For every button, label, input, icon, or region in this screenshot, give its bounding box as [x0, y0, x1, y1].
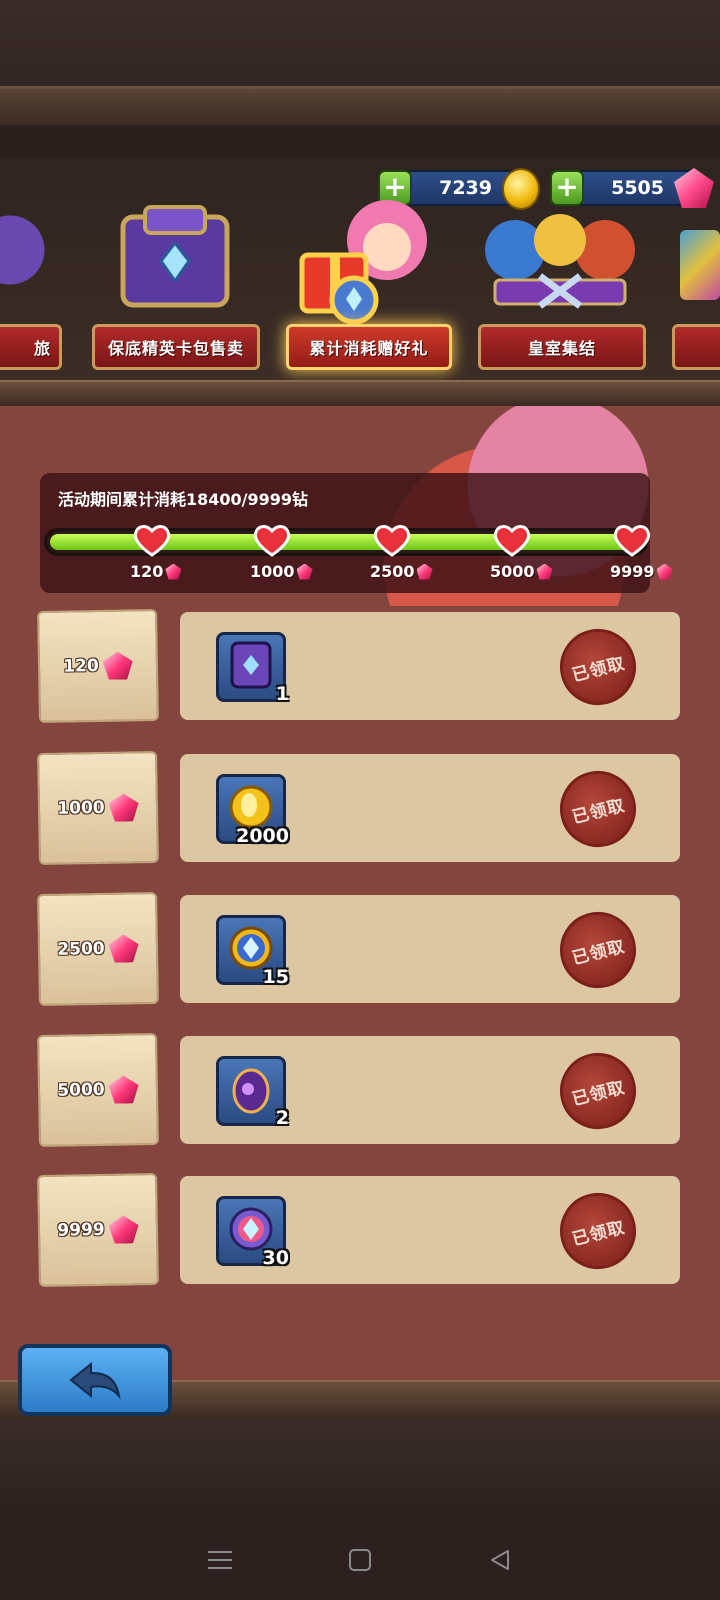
reward-card: 2000 已领取 [180, 754, 680, 862]
small-diamond-icon [165, 563, 182, 580]
tab-cumulative-spend[interactable]: 累计消耗赠好礼 [286, 280, 452, 380]
milestone-label: 120 [130, 562, 182, 581]
claimed-status: 已领取 [569, 1217, 628, 1250]
cost-scroll: 9999 [37, 1172, 159, 1288]
milestone-label: 5000 [490, 562, 553, 581]
cost-value: 120 [63, 655, 99, 677]
small-diamond-icon [656, 563, 673, 580]
small-diamond-icon [536, 563, 553, 580]
milestone-heart-icon [253, 523, 291, 557]
reward-card: 30 已领取 [180, 1176, 680, 1284]
add-diamond-button[interactable]: + [550, 170, 584, 206]
back-key[interactable] [485, 1545, 515, 1575]
home-square-icon [349, 1549, 371, 1571]
reward-card: 1 已领取 [180, 612, 680, 720]
tab-label: 保底精英卡包售卖 [92, 324, 260, 370]
back-triangle-icon [491, 1550, 509, 1570]
milestone-heart-icon [373, 523, 411, 557]
item-quantity: 30 [262, 1247, 289, 1269]
claimed-status: 已领取 [569, 795, 628, 828]
reward-item[interactable]: 2 [216, 1056, 289, 1129]
milestone-label: 2500 [370, 562, 433, 581]
milestone-value: 9999 [610, 562, 655, 581]
reward-row: 1000 2000 已领取 [0, 750, 720, 872]
tab-label: 累计消耗赠好礼 [286, 324, 452, 370]
home-key[interactable] [345, 1545, 375, 1575]
reward-card: 15 已领取 [180, 895, 680, 1003]
gold-amount: 7239 [439, 177, 492, 199]
claimed-seal: 已领取 [551, 1044, 645, 1138]
top-decoration [0, 0, 720, 125]
back-button[interactable] [18, 1344, 172, 1416]
milestone-value: 2500 [370, 562, 415, 581]
bottom-decoration [0, 1420, 720, 1520]
milestone-value: 5000 [490, 562, 535, 581]
milestone-label: 9999 [610, 562, 673, 581]
diamond-icon [108, 1215, 138, 1244]
back-arrow-icon [69, 1361, 121, 1400]
cost-scroll: 1000 [37, 750, 159, 866]
item-quantity: 1 [275, 683, 289, 705]
tab-next[interactable] [672, 280, 720, 380]
small-diamond-icon [416, 563, 433, 580]
diamond-icon [108, 1075, 138, 1104]
progress-title: 活动期间累计消耗18400/9999钻 [58, 490, 309, 509]
reward-row: 2500 15 已领取 [0, 891, 720, 1013]
system-nav-bar [0, 1520, 720, 1600]
tab-label: 旅 [0, 324, 62, 370]
cost-scroll: 120 [37, 608, 159, 724]
claimed-seal: 已领取 [551, 1184, 645, 1278]
diamond-icon [108, 793, 138, 822]
milestone-value: 120 [130, 562, 164, 581]
purple-egg-icon [228, 1063, 274, 1119]
tab-travel[interactable]: 旅 [0, 280, 62, 380]
card-pack-icon [228, 639, 274, 695]
claimed-seal: 已领取 [551, 762, 645, 856]
diamond-counter: + 5505 [550, 168, 714, 208]
reward-item[interactable]: 1 [216, 632, 289, 705]
claimed-status: 已领取 [569, 1077, 628, 1110]
menu-icon [208, 1551, 232, 1569]
milestone-heart-icon [133, 523, 171, 557]
cost-value: 2500 [57, 938, 105, 960]
milestone-heart-icon [613, 523, 651, 557]
menu-key[interactable] [205, 1545, 235, 1575]
reward-row: 9999 30 已领取 [0, 1172, 720, 1294]
tab-label-empty [672, 324, 720, 370]
cost-value: 5000 [57, 1079, 105, 1101]
claimed-status: 已领取 [569, 936, 628, 969]
gold-coin-icon [502, 168, 540, 210]
cost-scroll: 5000 [37, 1032, 159, 1148]
tab-royal-assembly[interactable]: 皇室集结 [478, 280, 646, 380]
item-quantity: 2000 [236, 825, 289, 847]
cost-value: 9999 [57, 1219, 105, 1241]
reward-row: 120 1 已领取 [0, 608, 720, 730]
reward-item[interactable]: 2000 [216, 774, 289, 847]
reward-row: 5000 2 已领取 [0, 1032, 720, 1154]
tab-shelf [0, 380, 720, 406]
milestone-value: 1000 [250, 562, 295, 581]
reward-item[interactable]: 15 [216, 915, 289, 988]
tab-elite-card-pack[interactable]: 保底精英卡包售卖 [92, 280, 260, 380]
diamond-amount: 5505 [611, 177, 664, 199]
cost-scroll: 2500 [37, 891, 159, 1007]
tab-label: 皇室集结 [478, 324, 646, 370]
small-diamond-icon [296, 563, 313, 580]
claimed-status: 已领取 [569, 653, 628, 686]
item-quantity: 2 [275, 1107, 289, 1129]
item-quantity: 15 [262, 966, 289, 988]
reward-item[interactable]: 30 [216, 1196, 289, 1269]
milestone-label: 1000 [250, 562, 313, 581]
milestone-heart-icon [493, 523, 531, 557]
diamond-icon [108, 934, 138, 963]
cost-value: 1000 [57, 797, 105, 819]
reward-card: 2 已领取 [180, 1036, 680, 1144]
diamond-icon [103, 651, 133, 680]
claimed-seal: 已领取 [551, 620, 645, 714]
claimed-seal: 已领取 [551, 903, 645, 997]
